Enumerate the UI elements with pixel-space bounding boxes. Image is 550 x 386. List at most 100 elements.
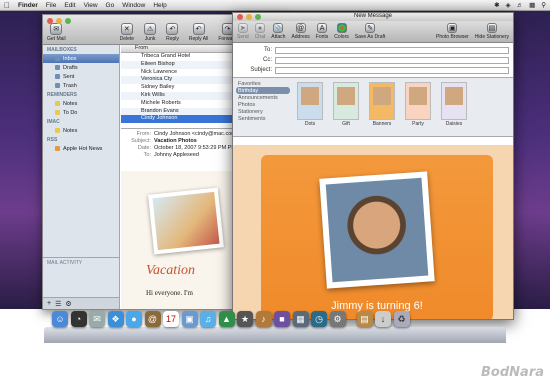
menu-file[interactable]: File: [46, 2, 56, 9]
itunes-icon[interactable]: ♫: [200, 311, 216, 327]
documents-stack-icon[interactable]: ▤: [356, 311, 373, 327]
bluetooth-icon[interactable]: ✱: [494, 1, 499, 9]
reply-button[interactable]: ↶ Reply: [166, 23, 179, 42]
child-photo[interactable]: [319, 171, 435, 289]
drafts-icon: [55, 65, 60, 70]
front-row-icon[interactable]: ■: [274, 311, 290, 327]
address-book-icon: @: [295, 23, 306, 33]
downloads-stack-icon[interactable]: ↓: [375, 311, 391, 327]
menu-edit[interactable]: Edit: [64, 2, 75, 9]
subject-field[interactable]: [275, 66, 509, 74]
chat-button[interactable]: ● Chat: [255, 23, 265, 40]
hide-stationery-button[interactable]: ▤ Hide Stationery: [475, 23, 509, 40]
safari-icon[interactable]: ❖: [107, 311, 124, 327]
dashboard-icon[interactable]: ◔: [70, 311, 87, 327]
sidebar-item-imac-notes[interactable]: Notes: [43, 126, 119, 135]
time-machine-icon[interactable]: ◷: [311, 311, 327, 327]
add-mailbox-icon[interactable]: +: [47, 300, 51, 307]
sidebar-item-apple-hot-news[interactable]: Apple Hot News: [43, 144, 119, 153]
window-controls: [47, 18, 71, 24]
close-icon[interactable]: [47, 18, 53, 24]
stationery-canvas[interactable]: Jimmy is turning 6!: [233, 145, 513, 319]
minimize-icon[interactable]: [246, 14, 252, 20]
to-field[interactable]: [275, 46, 509, 54]
ical-icon[interactable]: 17: [163, 311, 179, 327]
menu-view[interactable]: View: [84, 2, 98, 9]
show-activity-icon[interactable]: ☰: [55, 300, 61, 308]
colors-button[interactable]: Colors: [334, 23, 349, 40]
imac-heading: IMAC: [47, 119, 60, 125]
send-icon: ➤: [237, 23, 248, 33]
menu-help[interactable]: Help: [153, 2, 166, 9]
save-as-draft-button[interactable]: ✎ Save As Draft: [355, 23, 385, 40]
photo-browser-button[interactable]: ▣ Photo Browser: [436, 23, 469, 40]
zoom-icon[interactable]: [65, 18, 71, 24]
apple-menu-icon[interactable]: : [4, 1, 10, 10]
spotlight-icon[interactable]: ⚲: [541, 1, 546, 9]
menu-go[interactable]: Go: [106, 2, 115, 9]
ichat-icon[interactable]: ●: [126, 311, 142, 327]
dock-shelf: [44, 327, 506, 343]
sidebar-item-todo[interactable]: To Do: [43, 108, 119, 117]
gear-icon[interactable]: ⚙: [65, 300, 71, 308]
sidebar-item-notes[interactable]: Notes: [43, 99, 119, 108]
stationery-picker: Favorites Birthday Announcements Photos …: [233, 77, 513, 137]
envelope-icon: ✉: [50, 23, 63, 35]
stationery-thumb-banners[interactable]: Banners: [369, 82, 395, 127]
reply-icon: ↶: [166, 23, 179, 35]
imovie-icon[interactable]: ★: [237, 311, 253, 327]
category-favorites[interactable]: Favorites: [236, 80, 290, 87]
iphoto-icon[interactable]: ▲: [218, 311, 235, 327]
fonts-button[interactable]: A Fonts: [316, 23, 328, 40]
get-mail-button[interactable]: ✉ Get Mail: [47, 23, 66, 42]
fonts-icon: A: [317, 23, 328, 33]
address-button[interactable]: @ Address: [291, 23, 310, 40]
junk-button[interactable]: ⚠ Junk: [144, 23, 157, 42]
todo-icon: [55, 110, 60, 115]
window-title: New Message: [233, 13, 513, 21]
stationery-thumb-dots[interactable]: Dots: [297, 82, 323, 127]
attach-button[interactable]: 📎 Attach: [271, 23, 285, 40]
garageband-icon[interactable]: ♪: [255, 311, 272, 327]
category-birthday[interactable]: Birthday: [236, 87, 290, 94]
menu-app-name[interactable]: Finder: [18, 2, 38, 9]
sidebar-item-inbox[interactable]: Inbox: [43, 54, 119, 63]
address-fields: To: Cc: Subject:: [233, 43, 513, 77]
finder-icon[interactable]: ☺: [52, 311, 68, 327]
address-book-icon[interactable]: @: [144, 311, 161, 327]
sidebar-item-trash[interactable]: Trash: [43, 81, 119, 90]
volume-icon[interactable]: ♬: [517, 2, 524, 9]
stationery-thumb-gift[interactable]: Gift: [333, 82, 359, 127]
sidebar-item-sent[interactable]: Sent: [43, 72, 119, 81]
preview-icon[interactable]: ▣: [181, 311, 198, 327]
stationery-thumb-party[interactable]: Party: [405, 82, 431, 127]
category-stationery[interactable]: Stationery: [236, 108, 290, 115]
to-value[interactable]: Johnny Appleseed: [154, 152, 199, 159]
category-sentiments[interactable]: Sentiments: [236, 115, 290, 122]
sent-icon: [55, 74, 60, 79]
category-announcements[interactable]: Announcements: [236, 94, 290, 101]
mail-icon[interactable]: ✉: [89, 311, 105, 327]
spaces-icon[interactable]: ▦: [292, 311, 309, 327]
system-preferences-icon[interactable]: ⚙: [329, 311, 346, 327]
sidebar-footer: + ☰ ⚙: [43, 297, 119, 309]
dock-icons: ☺ ◔ ✉ ❖ ● @ 17 ▣ ♫ ▲ ★ ♪ ■ ▦ ◷ ⚙ ▤ ↓ ♻: [52, 311, 410, 327]
trash-icon[interactable]: ♻: [393, 311, 410, 327]
wifi-icon[interactable]: ◈: [506, 1, 511, 9]
menu-window[interactable]: Window: [122, 2, 145, 9]
minimize-icon[interactable]: [56, 18, 62, 24]
date-label: Date:: [137, 145, 151, 151]
close-icon[interactable]: [237, 14, 243, 20]
stationery-thumb-daisies[interactable]: Daisies: [441, 82, 467, 127]
battery-icon[interactable]: ▩: [529, 1, 535, 9]
cc-field[interactable]: [275, 56, 509, 64]
send-button[interactable]: ➤ Send: [237, 23, 249, 40]
reply-all-button[interactable]: ↶ Reply All: [189, 23, 208, 42]
zoom-icon[interactable]: [255, 14, 261, 20]
category-photos[interactable]: Photos: [236, 101, 290, 108]
body-title: Vacation: [146, 263, 195, 278]
sidebar-item-drafts[interactable]: Drafts: [43, 63, 119, 72]
from-value[interactable]: Cindy Johnson <cindy@mac.com>: [154, 131, 239, 138]
subject-label: Subject:: [131, 138, 151, 144]
delete-button[interactable]: ✕ Delete: [120, 23, 134, 42]
